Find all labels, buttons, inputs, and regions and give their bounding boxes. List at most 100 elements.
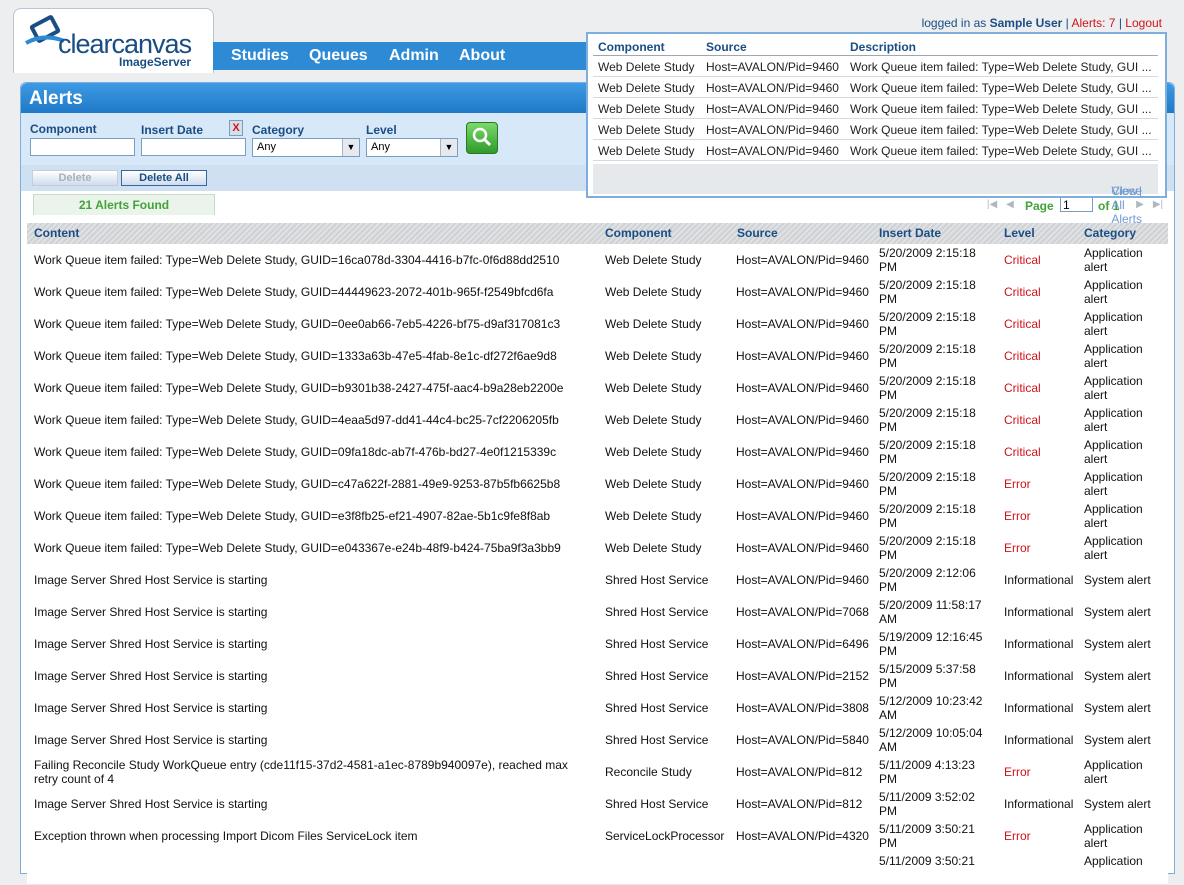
alerts-link[interactable]: Alerts: 7 — [1071, 16, 1115, 30]
cell-insert-date-ampm: PM — [879, 772, 897, 786]
cell-insert-date-ampm: PM — [879, 260, 897, 274]
table-row[interactable]: Work Queue item failed: Type=Web Delete … — [27, 532, 1168, 565]
prev-page-icon[interactable]: ◀ — [1003, 198, 1017, 212]
cell-category: Application — [1084, 310, 1143, 324]
popup-col-description: Description — [850, 40, 917, 54]
cell-level: Critical — [1004, 413, 1041, 427]
insert-date-input[interactable] — [141, 138, 246, 156]
page-input[interactable]: 1 — [1060, 196, 1093, 212]
delete-all-button[interactable]: Delete All — [121, 170, 207, 186]
table-row[interactable]: Image Server Shred Host Service is start… — [27, 724, 1168, 757]
clear-date-button[interactable]: X — [229, 120, 243, 136]
category-value: Any — [257, 141, 276, 153]
col-source[interactable]: Source — [737, 226, 778, 240]
cell-component: ServiceLockProcessor — [605, 829, 725, 843]
category-select[interactable]: Any ▼ — [252, 138, 360, 157]
cell-source: Host=AVALON/Pid=9460 — [736, 317, 869, 331]
table-row[interactable]: Work Queue item failed: Type=Web Delete … — [27, 372, 1168, 405]
first-page-icon[interactable]: |◀ — [985, 198, 999, 212]
table-row[interactable]: Work Queue item failed: Type=Web Delete … — [27, 340, 1168, 373]
table-row[interactable]: Image Server Shred Host Service is start… — [27, 660, 1168, 693]
cell-insert-date-ampm: PM — [879, 804, 897, 818]
cell-insert-date: 5/20/2009 11:58:17 — [879, 598, 982, 612]
category-label: Category — [252, 123, 305, 137]
chevron-down-icon: ▼ — [440, 139, 457, 156]
level-select[interactable]: Any ▼ — [366, 138, 458, 157]
col-content[interactable]: Content — [34, 226, 79, 240]
last-page-icon[interactable]: ▶| — [1151, 198, 1165, 212]
cell-component: Web Delete Study — [605, 349, 702, 363]
cell-source: Host=AVALON/Pid=812 — [736, 765, 863, 779]
table-row[interactable]: Image Server Shred Host Service is start… — [27, 564, 1168, 597]
logout-link[interactable]: Logout — [1125, 16, 1162, 30]
cell-source: Host=AVALON/Pid=4320 — [736, 829, 869, 843]
col-component[interactable]: Component — [605, 226, 672, 240]
popup-cell-description: Work Queue item failed: Type=Web Delete … — [850, 60, 1152, 74]
table-row[interactable]: Work Queue item failed: Type=Web Delete … — [27, 404, 1168, 437]
cell-category-wrap: alert — [1084, 260, 1108, 274]
cell-content: Image Server Shred Host Service is start… — [34, 669, 268, 683]
table-row[interactable]: Exception thrown when processing Import … — [27, 820, 1168, 853]
popup-col-source: Source — [706, 40, 747, 54]
level-value: Any — [371, 141, 390, 153]
pager: |◀ ◀ Page 1 of 1 ▶ ▶| — [985, 195, 1171, 215]
popup-row[interactable]: Web Delete Study Host=AVALON/Pid=9460 Work… — [593, 56, 1158, 77]
popup-cell-description: Work Queue item failed: Type=Web Delete … — [850, 144, 1152, 158]
cell-component: Shred Host Service — [605, 733, 709, 747]
table-row[interactable]: Work Queue item failed: Type=Web Delete … — [27, 244, 1168, 277]
cell-component: Web Delete Study — [605, 445, 702, 459]
cell-level: Error — [1004, 477, 1031, 491]
table-row[interactable]: Failing Reconcile Study WorkQueue entry … — [27, 756, 1168, 789]
insert-date-label: Insert Date — [141, 123, 204, 137]
table-row[interactable]: Image Server Shred Host Service is start… — [27, 628, 1168, 661]
cell-component: Web Delete Study — [605, 253, 702, 267]
close-popup-link[interactable]: Close — [1111, 184, 1142, 198]
user-separator: | — [1065, 16, 1069, 30]
cell-source: Host=AVALON/Pid=9460 — [736, 413, 869, 427]
cell-content: Work Queue item failed: Type=Web Delete … — [34, 413, 559, 427]
delete-button[interactable]: Delete — [32, 170, 118, 186]
cell-category-wrap: alert — [1084, 548, 1108, 562]
table-row[interactable]: Image Server Shred Host Service is start… — [27, 692, 1168, 725]
table-row[interactable]: Work Queue item failed: Type=Web Delete … — [27, 500, 1168, 533]
cell-content: Image Server Shred Host Service is start… — [34, 797, 268, 811]
col-level[interactable]: Level — [1004, 226, 1035, 240]
table-row[interactable]: Image Server Shred Host Service is start… — [27, 788, 1168, 821]
cell-insert-date: 5/19/2009 12:16:45 — [879, 630, 983, 644]
popup-cell-source: Host=AVALON/Pid=9460 — [706, 144, 839, 158]
cell-insert-date-ampm: PM — [879, 516, 897, 530]
col-insert-date[interactable]: Insert Date — [879, 226, 941, 240]
cell-category-wrap: alert — [1084, 324, 1108, 338]
search-button[interactable] — [466, 122, 498, 154]
col-category[interactable]: Category — [1084, 226, 1136, 240]
cell-level: Critical — [1004, 381, 1041, 395]
table-row[interactable]: Work Queue item failed: Type=Web Delete … — [27, 308, 1168, 341]
cell-component: Shred Host Service — [605, 605, 709, 619]
cell-insert-date-ampm: PM — [879, 356, 897, 370]
cell-category: Application — [1084, 822, 1143, 836]
cell-source: Host=AVALON/Pid=9460 — [736, 477, 869, 491]
cell-insert-date-ampm: PM — [879, 836, 897, 850]
alerts-popup: Component Source Description Web Delete … — [586, 32, 1167, 226]
popup-row[interactable]: Web Delete Study Host=AVALON/Pid=9460 Work… — [593, 140, 1158, 161]
table-row[interactable]: Image Server Shred Host Service is start… — [27, 596, 1168, 629]
cell-insert-date: 5/12/2009 10:23:42 — [879, 694, 983, 708]
table-row[interactable]: Work Queue item failed: Type=Web Delete … — [27, 436, 1168, 469]
cell-level: Informational — [1004, 797, 1074, 811]
popup-row[interactable]: Web Delete Study Host=AVALON/Pid=9460 Work… — [593, 98, 1158, 119]
nav-queues[interactable]: Queues — [309, 47, 368, 65]
nav-about[interactable]: About — [459, 47, 505, 65]
nav-admin[interactable]: Admin — [389, 47, 439, 65]
table-row[interactable]: Work Queue item failed: Type=Web Delete … — [27, 468, 1168, 501]
cell-category-wrap: alert — [1084, 292, 1108, 306]
component-input[interactable] — [30, 138, 135, 156]
nav-studies[interactable]: Studies — [231, 47, 289, 65]
cell-source: Host=AVALON/Pid=7068 — [736, 605, 869, 619]
cell-insert-date: 5/15/2009 5:37:58 — [879, 662, 976, 676]
table-row[interactable]: 5/11/2009 3:50:21 Application — [27, 852, 1168, 885]
table-row[interactable]: Work Queue item failed: Type=Web Delete … — [27, 276, 1168, 309]
popup-row[interactable]: Web Delete Study Host=AVALON/Pid=9460 Work… — [593, 119, 1158, 140]
popup-row[interactable]: Web Delete Study Host=AVALON/Pid=9460 Work… — [593, 77, 1158, 98]
cell-source: Host=AVALON/Pid=2152 — [736, 669, 869, 683]
popup-cell-description: Work Queue item failed: Type=Web Delete … — [850, 81, 1152, 95]
